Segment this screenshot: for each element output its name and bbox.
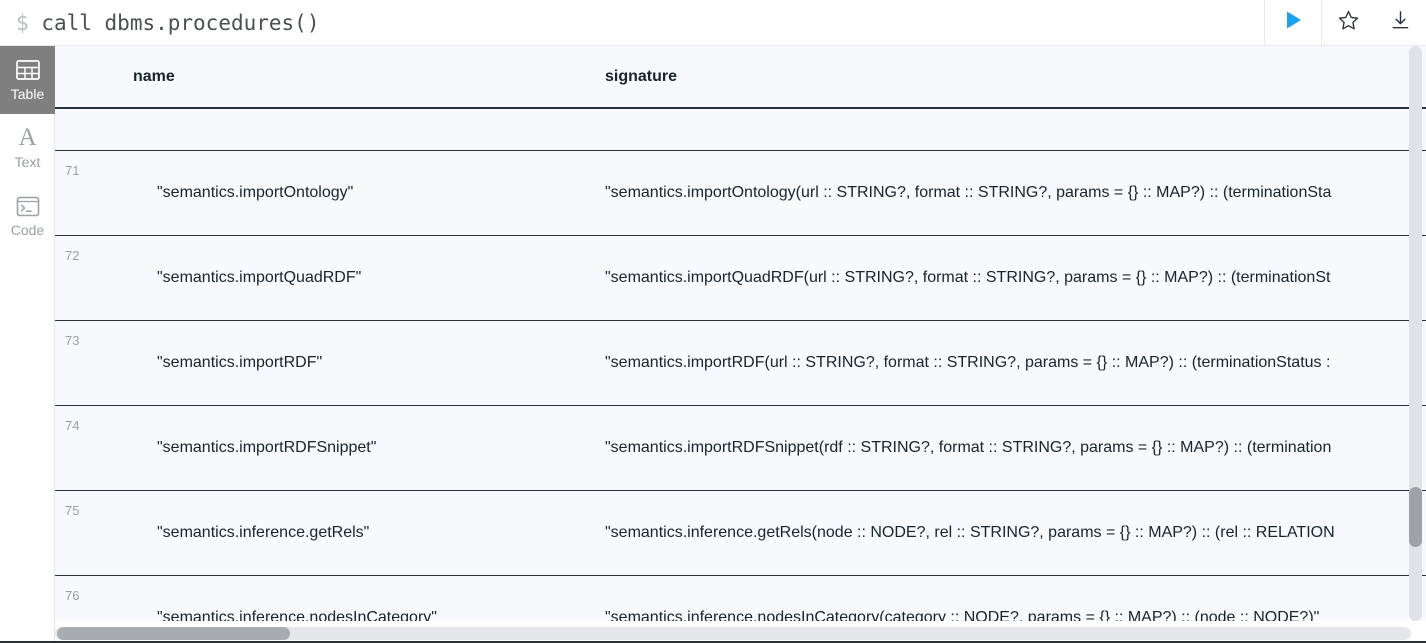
table-row[interactable]: 76 "semantics.inference.nodesInCategory"… [55,575,1426,621]
cell-signature[interactable]: "semantics.importOntology(url :: STRING?… [605,150,1426,236]
cell-signature[interactable]: "semantics.importRDF(url :: STRING?, for… [605,320,1426,406]
table-row[interactable]: 71 "semantics.importOntology" "semantics… [55,150,1426,236]
query-input[interactable]: $ call dbms.procedures() [0,11,1264,35]
table-body: 71 "semantics.importOntology" "semantics… [55,108,1426,621]
cell-signature[interactable]: "semantics.importQuadRDF(url :: STRING?,… [605,235,1426,321]
row-index: 76 [55,575,133,621]
query-text: call dbms.procedures() [41,10,320,35]
table-row[interactable]: 74 "semantics.importRDFSnippet" "semanti… [55,405,1426,491]
view-mode-text[interactable]: A Text [0,114,55,182]
row-index-header [55,46,133,109]
prompt-symbol: $ [16,10,29,35]
code-terminal-icon [15,194,41,218]
results-pane[interactable]: name signature 71 "semantics.importOntol… [55,46,1426,621]
row-index [55,108,133,151]
table-row[interactable]: 72 "semantics.importQuadRDF" "semantics.… [55,235,1426,321]
results-table: name signature 71 "semantics.importOntol… [55,46,1426,621]
cell-name[interactable]: "semantics.inference.getRels" [133,490,605,576]
table-header: name signature [55,46,1426,109]
view-mode-table-label: Table [10,86,45,102]
column-header-signature[interactable]: signature [605,46,1426,109]
cell-signature[interactable]: "semantics.inference.nodesInCategory(cat… [605,575,1426,621]
row-index: 73 [55,320,133,406]
cell-name[interactable]: "semantics.importRDF" [133,320,605,406]
query-bar: $ call dbms.procedures() [0,0,1426,46]
play-icon [1281,8,1305,37]
run-query-button[interactable] [1265,0,1321,46]
cell-signature[interactable]: "semantics.inference.getRels(node :: NOD… [605,490,1426,576]
cell-name[interactable]: "semantics.inference.nodesInCategory" [133,575,605,621]
view-mode-code[interactable]: Code [0,182,55,250]
column-header-name[interactable]: name [133,46,605,109]
row-index: 72 [55,235,133,321]
download-icon [1389,9,1412,37]
table-row[interactable]: 73 "semantics.importRDF" "semantics.impo… [55,320,1426,406]
star-icon [1337,9,1360,37]
row-index: 71 [55,150,133,236]
cell-name [133,108,605,151]
cell-signature[interactable]: "semantics.importRDFSnippet(rdf :: STRIN… [605,405,1426,491]
table-row-partial [55,108,1426,151]
vertical-scrollbar-thumb[interactable] [1409,487,1422,547]
cell-signature [605,108,1426,151]
query-actions [1264,0,1426,46]
view-mode-code-label: Code [10,222,45,238]
table-icon [15,58,41,82]
row-index: 74 [55,405,133,491]
table-row[interactable]: 75 "semantics.inference.getRels" "semant… [55,490,1426,576]
favorite-button[interactable] [1322,0,1374,46]
text-a-icon: A [18,124,37,151]
row-index: 75 [55,490,133,576]
cell-name[interactable]: "semantics.importRDFSnippet" [133,405,605,491]
view-mode-text-label: Text [14,154,41,170]
view-mode-table[interactable]: Table [0,46,55,114]
view-mode-rail: Table A Text Code [0,46,55,643]
cell-name[interactable]: "semantics.importQuadRDF" [133,235,605,321]
horizontal-scrollbar-thumb[interactable] [57,627,290,640]
download-button[interactable] [1374,0,1426,46]
cell-name[interactable]: "semantics.importOntology" [133,150,605,236]
